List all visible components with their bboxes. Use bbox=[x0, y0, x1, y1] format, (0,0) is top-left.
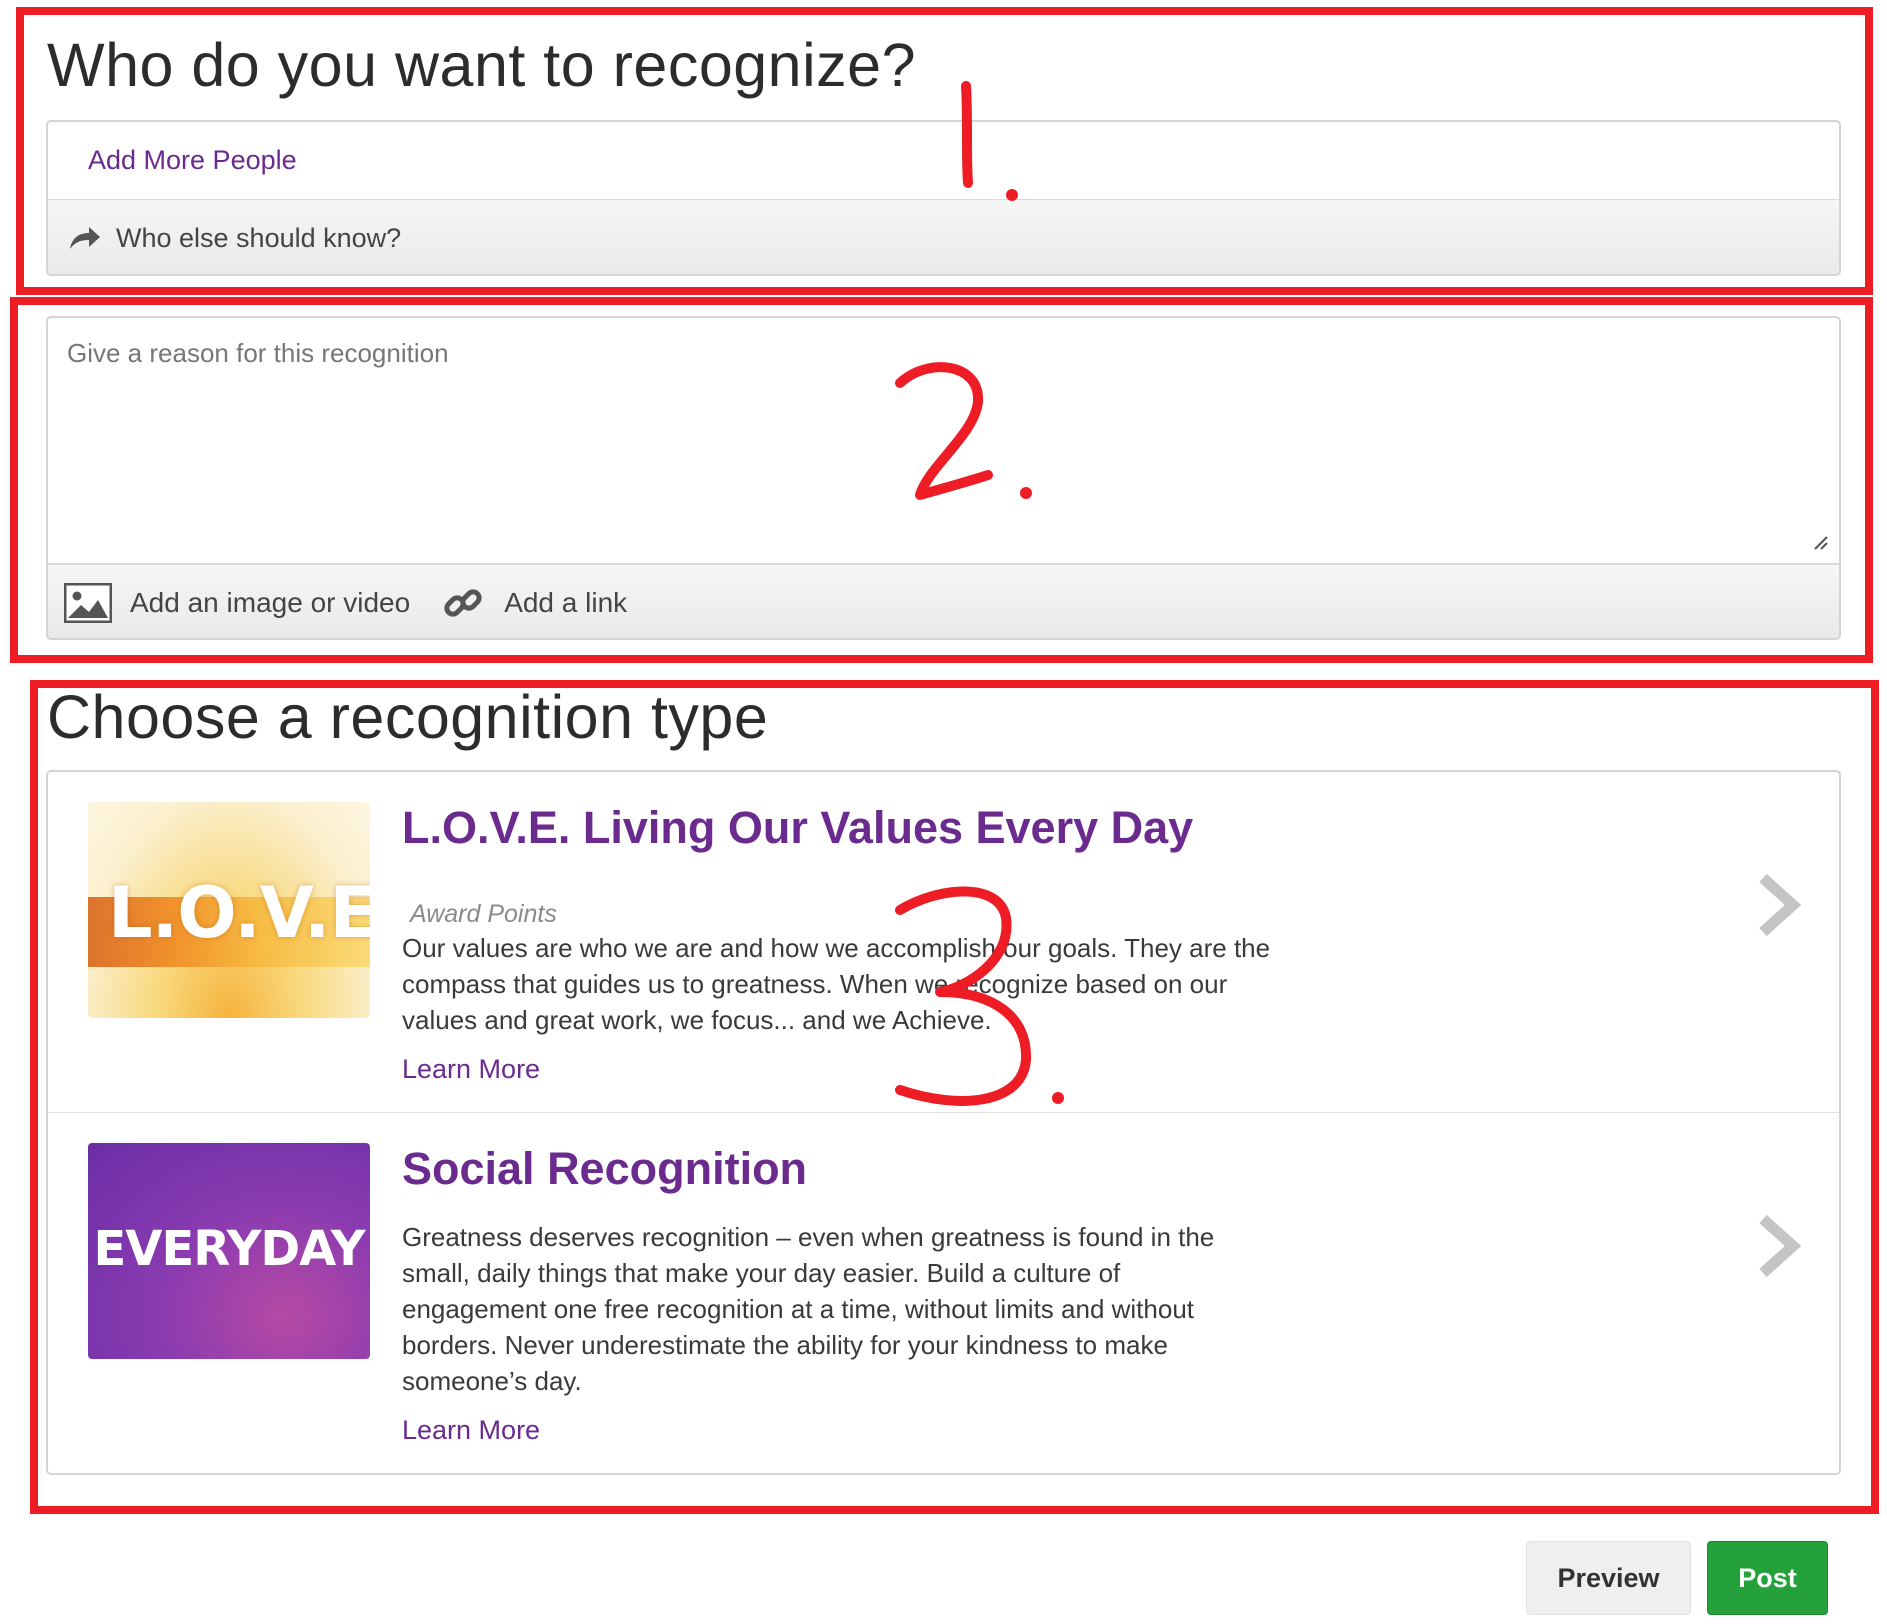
add-people-row[interactable]: Add More People bbox=[48, 122, 1839, 200]
image-icon bbox=[64, 583, 112, 623]
reason-area bbox=[48, 318, 1839, 565]
type-subtitle: Award Points bbox=[410, 900, 557, 928]
chevron-right-icon bbox=[1759, 1214, 1801, 1278]
type-description: Our values are who we are and how we acc… bbox=[402, 933, 1271, 1035]
love-thumbnail: L.O.V.E. bbox=[88, 802, 370, 1018]
type-title: L.O.V.E. Living Our Values Every Day bbox=[402, 802, 1194, 853]
add-media-button[interactable]: Add an image or video bbox=[64, 583, 410, 623]
add-link-button[interactable]: Add a link bbox=[440, 580, 627, 626]
learn-more-link[interactable]: Learn More bbox=[402, 1415, 540, 1446]
attach-toolbar: Add an image or video Add a link bbox=[48, 565, 1839, 638]
add-more-people-link[interactable]: Add More People bbox=[88, 145, 297, 176]
post-button[interactable]: Post bbox=[1707, 1541, 1828, 1615]
type-description: Greatness deserves recognition – even wh… bbox=[402, 1222, 1215, 1396]
types-heading: Choose a recognition type bbox=[47, 683, 769, 751]
recognition-types-list: L.O.V.E. L.O.V.E. Living Our Values Ever… bbox=[46, 770, 1841, 1475]
everyday-thumbnail-text: EVERYDAY bbox=[93, 1221, 366, 1277]
love-thumbnail-text: L.O.V.E. bbox=[108, 872, 370, 954]
notify-others-label: Who else should know? bbox=[116, 222, 402, 253]
everyday-thumbnail: EVERYDAY bbox=[88, 1143, 370, 1359]
add-media-label: Add an image or video bbox=[130, 587, 411, 618]
add-link-label: Add a link bbox=[504, 587, 628, 618]
notify-others-row[interactable]: Who else should know? bbox=[48, 200, 1839, 274]
link-icon bbox=[444, 589, 482, 617]
reason-textarea[interactable] bbox=[48, 318, 1839, 563]
chevron-right-icon bbox=[1759, 873, 1801, 937]
preview-button[interactable]: Preview bbox=[1526, 1541, 1691, 1615]
reason-panel: Add an image or video Add a link bbox=[46, 316, 1841, 640]
learn-more-link[interactable]: Learn More bbox=[402, 1054, 540, 1085]
share-arrow-icon bbox=[70, 227, 100, 249]
type-title: Social Recognition bbox=[402, 1143, 808, 1194]
recipients-heading: Who do you want to recognize? bbox=[47, 31, 917, 99]
recognition-type-social[interactable]: EVERYDAY Social Recognition Greatness de… bbox=[48, 1113, 1839, 1453]
recognition-type-love[interactable]: L.O.V.E. L.O.V.E. Living Our Values Ever… bbox=[48, 772, 1839, 1113]
resize-grip-icon[interactable] bbox=[1813, 535, 1829, 551]
recipients-panel: Add More People Who else should know? bbox=[46, 120, 1841, 276]
